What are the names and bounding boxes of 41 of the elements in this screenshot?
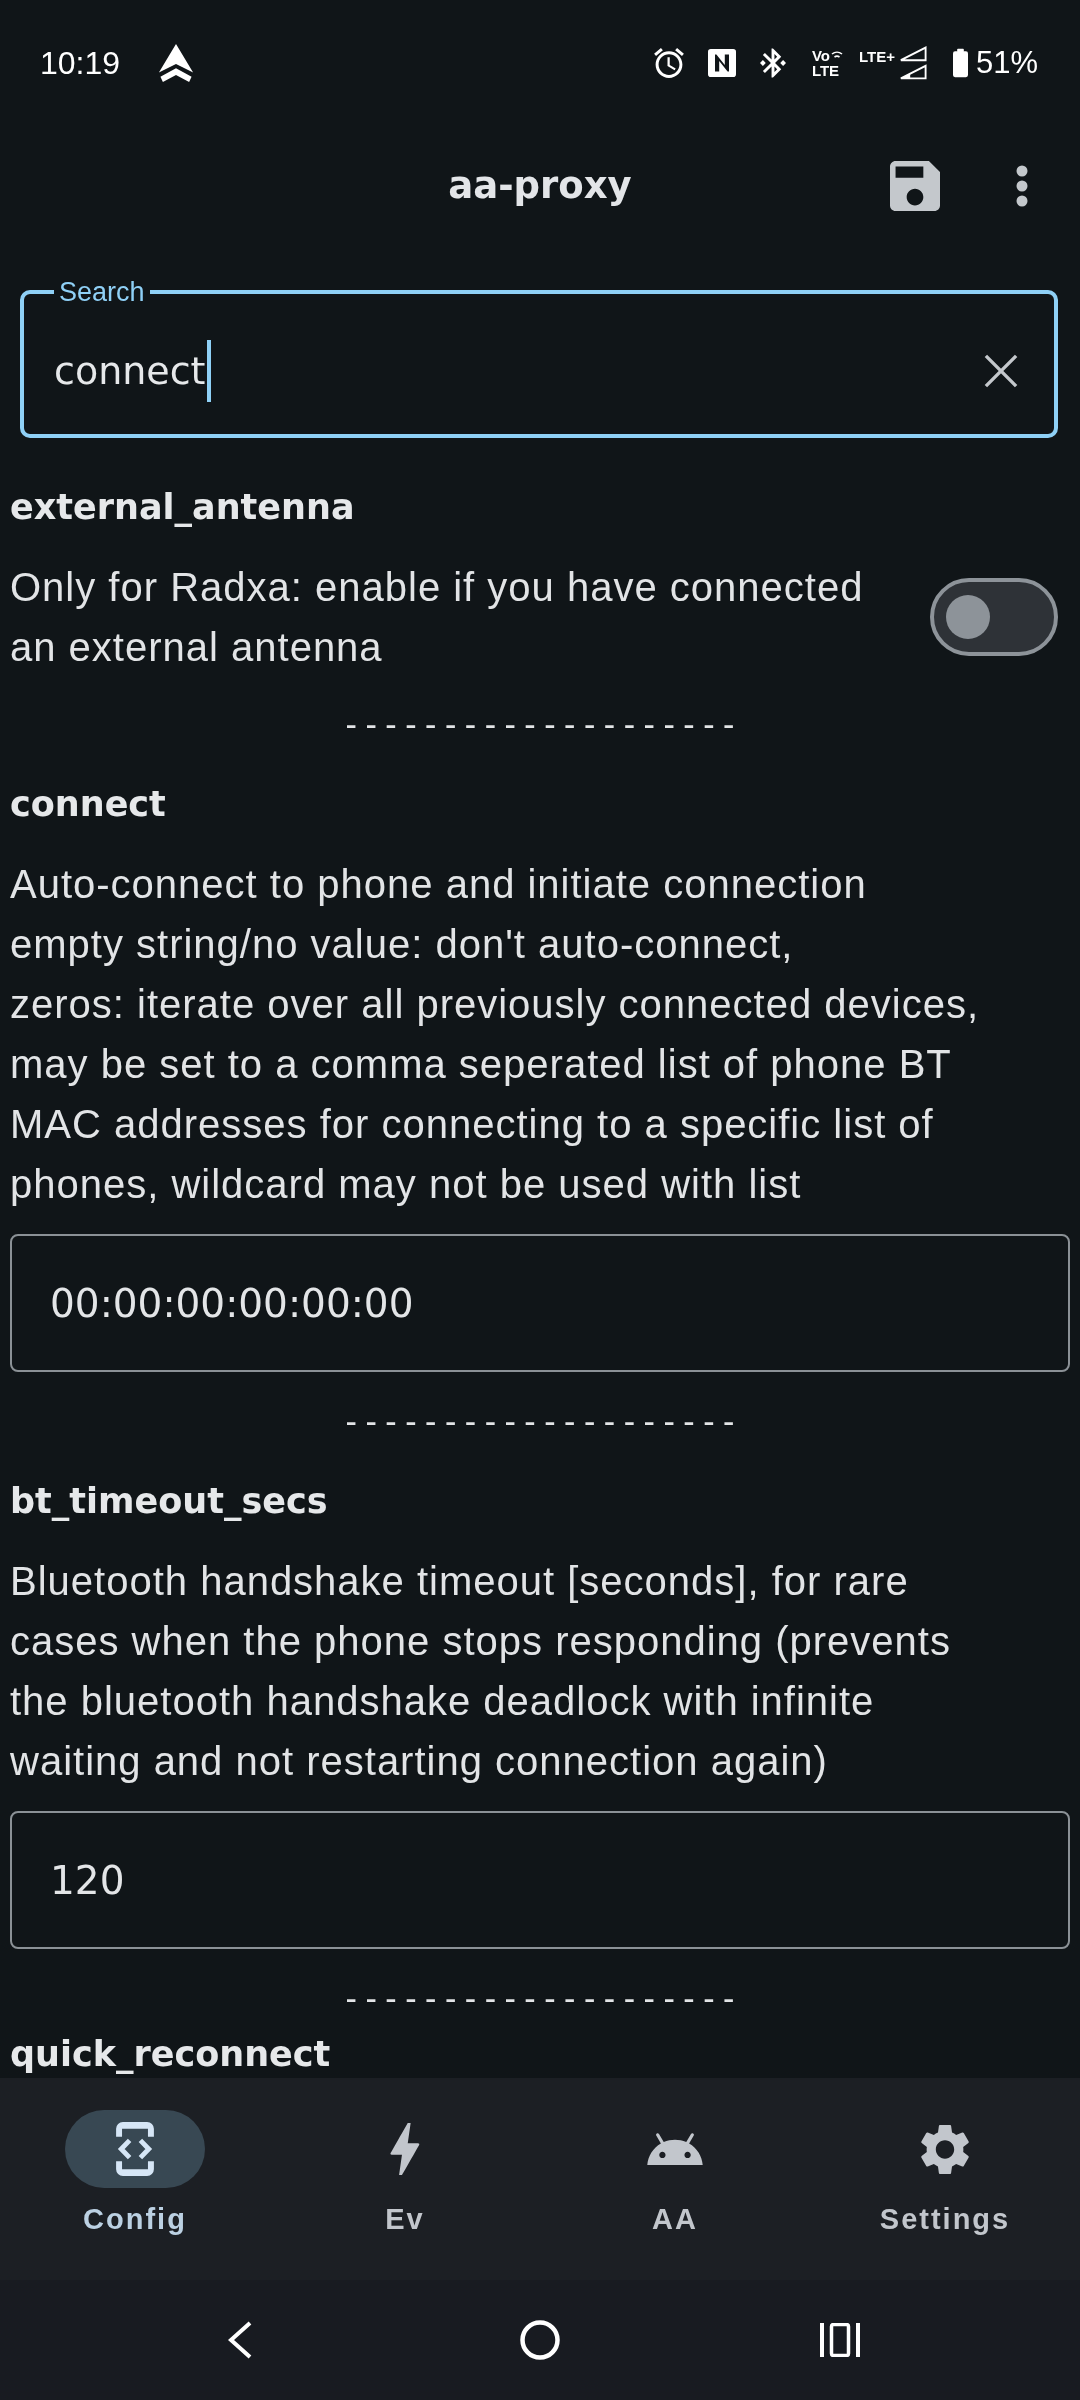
setting-description: Auto-connect to phone and initiate connection empty string/no value: don't auto-connect, zeros: iterate over all previously connected devices, may be set to a comma seperated list of phone BT MAC addresses for connecting to a specific list of phones, wildcard may not be used with list [10, 861, 980, 1208]
more-vert-icon [1016, 165, 1028, 207]
nfc-icon [707, 48, 736, 77]
nav-tab[interactable]: Settings [810, 2078, 1080, 2280]
signal-icon [898, 45, 927, 80]
volte-label: Vo [811, 47, 830, 63]
home-icon [520, 2320, 560, 2360]
phone-code-icon [116, 2122, 154, 2176]
battery-icon [952, 46, 968, 79]
setting-name: quick_reconnect [10, 2033, 332, 2076]
text-cursor [207, 340, 212, 402]
nav-tab[interactable]: Config [0, 2078, 270, 2280]
alarm-clock-icon [653, 47, 684, 78]
back-icon [227, 2321, 253, 2359]
wifi-arcs-icon [830, 50, 843, 60]
volte-label: LTE [811, 62, 840, 78]
separator-text: -------------------- [341, 704, 739, 746]
close-icon [984, 354, 1018, 388]
chevron-logo-icon [158, 43, 195, 82]
lightning-bolt-icon [390, 2123, 420, 2175]
setting-description: Only for Radxa: enable if you have connected an external antenna [10, 564, 865, 671]
status-time: 10:19 [40, 44, 121, 81]
robot-head-icon [647, 2133, 703, 2165]
app-title: aa-proxy [448, 163, 632, 209]
separator-text: -------------------- [341, 1401, 739, 1443]
nav-tab[interactable]: AA [540, 2078, 810, 2280]
bluetooth-icon [759, 47, 786, 78]
text-field[interactable]: 00:00:00:00:00:00 [10, 1234, 1070, 1372]
text-field[interactable]: 120 [10, 1811, 1070, 1949]
battery-percent: 51% [975, 44, 1038, 81]
setting-description: Bluetooth handshake timeout [seconds], for rare cases when the phone stops responding (prevents the bluetooth handshake deadlock with infinite waiting and not restarting connection again) [10, 1558, 952, 1785]
network-type-label: LTE+ [858, 48, 895, 64]
setting-name: connect [10, 783, 167, 826]
search-text: connect [54, 348, 206, 394]
nav-tab[interactable]: Ev [270, 2078, 540, 2280]
setting-name: external_antenna [10, 486, 356, 529]
separator-text: -------------------- [341, 1978, 739, 2020]
recents-icon [820, 2323, 860, 2357]
settings-icon [921, 2123, 969, 2175]
field-label: Search [58, 276, 146, 308]
setting-name: bt_timeout_secs [10, 1480, 329, 1523]
